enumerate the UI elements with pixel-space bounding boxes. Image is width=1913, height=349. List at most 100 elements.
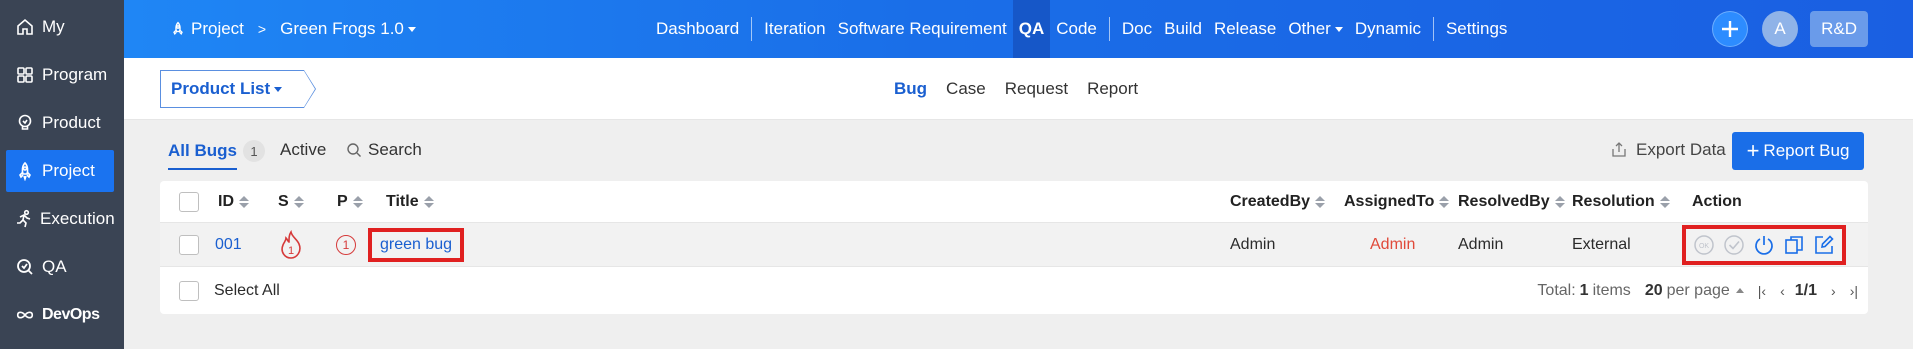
filter-active[interactable]: Active — [280, 140, 326, 160]
tab-case[interactable]: Case — [946, 79, 986, 99]
nav-divider — [1108, 17, 1110, 41]
nav-build[interactable]: Build — [1158, 0, 1208, 58]
col-priority-label: P — [337, 192, 348, 210]
resolution: External — [1572, 235, 1631, 253]
checkbox[interactable] — [179, 280, 199, 301]
col-title[interactable]: Title — [386, 181, 434, 222]
tab-request[interactable]: Request — [1005, 79, 1068, 99]
bug-title-link[interactable]: green bug — [368, 227, 465, 262]
nav-software-requirement[interactable]: Software Requirement — [832, 0, 1013, 58]
sidebar-item-my[interactable]: My — [6, 6, 114, 48]
checkbox[interactable] — [179, 234, 199, 255]
sidebar-item-label: Execution — [40, 209, 115, 228]
nav-dashboard[interactable]: Dashboard — [650, 0, 745, 58]
tab-bug[interactable]: Bug — [894, 79, 927, 99]
sidebar-item-label: Project — [42, 161, 95, 180]
team-badge[interactable]: R&D — [1810, 11, 1868, 47]
nav-doc[interactable]: Doc — [1116, 0, 1158, 58]
select-all-header-checkbox[interactable] — [179, 181, 199, 222]
breadcrumb-project[interactable]: Project — [191, 19, 244, 39]
create-button[interactable] — [1712, 11, 1749, 47]
col-resolved-by-label: ResolvedBy — [1458, 192, 1550, 210]
edit-button[interactable] — [1812, 233, 1836, 257]
chevron-down-icon — [407, 27, 416, 33]
assigned-to[interactable]: Admin — [1370, 223, 1415, 266]
sidebar-item-label: Product — [42, 113, 101, 132]
nav-other[interactable]: Other — [1282, 0, 1349, 58]
first-page-button[interactable]: |‹ — [1758, 283, 1766, 299]
copy-button[interactable] — [1782, 233, 1806, 257]
export-label: Export Data — [1636, 140, 1726, 159]
export-icon — [1612, 142, 1626, 157]
report-bug-button[interactable]: + Report Bug — [1732, 132, 1864, 170]
avatar[interactable]: A — [1762, 11, 1799, 47]
check-circle-icon — [1724, 234, 1744, 255]
pager-total: 1 — [1579, 281, 1589, 299]
select-all-checkbox[interactable] — [179, 267, 199, 314]
per-page-value: 20 — [1644, 281, 1663, 299]
table-row[interactable]: 001 1 1 green bug Admin Admin Admin Exte… — [160, 223, 1868, 267]
subbar: Product List Bug Case Request Report — [124, 58, 1913, 120]
nav-release[interactable]: Release — [1208, 0, 1282, 58]
col-assigned-to[interactable]: AssignedTo — [1344, 181, 1450, 222]
nav-dynamic[interactable]: Dynamic — [1349, 0, 1427, 58]
sub-tabs: Bug Case Request Report — [894, 58, 1157, 120]
rocket-icon — [14, 160, 36, 182]
row-checkbox[interactable] — [179, 223, 199, 266]
resolve-button[interactable] — [1722, 233, 1746, 257]
project-switcher[interactable]: Green Frogs 1.0 — [280, 19, 416, 39]
home-icon — [14, 16, 36, 38]
search-toggle[interactable]: Search — [346, 140, 422, 160]
col-severity[interactable]: S — [278, 181, 304, 222]
nav-code[interactable]: Code — [1050, 0, 1103, 58]
lightbulb-icon — [14, 112, 36, 134]
bug-table: ID S P Title CreatedBy AssignedTo Resolv… — [160, 181, 1868, 314]
sidebar-item-devops[interactable]: DevOps — [6, 294, 114, 336]
sidebar-item-execution[interactable]: Execution — [6, 198, 115, 240]
plus-icon: + — [1746, 138, 1760, 163]
pager: Total: 1 items 20 per page |‹ ‹ 1/1 › ›| — [1537, 267, 1858, 314]
sidebar-item-qa[interactable]: QA — [6, 246, 114, 288]
confirm-button[interactable]: OK — [1692, 233, 1716, 257]
sort-icon — [1659, 195, 1670, 208]
qa-icon — [14, 256, 36, 278]
tab-report[interactable]: Report — [1087, 79, 1138, 99]
chevron-up-icon — [1735, 288, 1744, 293]
next-page-button[interactable]: › — [1831, 283, 1836, 299]
infinity-icon — [14, 304, 36, 326]
col-created-by[interactable]: CreatedBy — [1230, 181, 1326, 222]
sort-icon — [293, 195, 304, 208]
col-resolution[interactable]: Resolution — [1572, 181, 1670, 222]
sidebar-item-label: My — [42, 17, 65, 36]
checkbox[interactable] — [179, 191, 199, 212]
filter-all-bugs[interactable]: All Bugs 1 — [168, 140, 265, 170]
sidebar-item-project[interactable]: Project — [6, 150, 114, 192]
prev-page-button[interactable]: ‹ — [1780, 283, 1785, 299]
search-label: Search — [368, 140, 422, 159]
last-page-button[interactable]: ›| — [1850, 283, 1858, 299]
nav-qa[interactable]: QA — [1012, 0, 1051, 58]
nav-settings[interactable]: Settings — [1440, 0, 1513, 58]
close-bug-button[interactable] — [1752, 233, 1776, 257]
sidebar-item-product[interactable]: Product — [6, 102, 114, 144]
col-title-label: Title — [386, 192, 419, 210]
table-header: ID S P Title CreatedBy AssignedTo Resolv… — [160, 181, 1868, 223]
nav-iteration[interactable]: Iteration — [758, 0, 831, 58]
title-cell: green bug — [368, 223, 465, 266]
col-assigned-to-label: AssignedTo — [1344, 192, 1435, 210]
sidebar-item-program[interactable]: Program — [6, 54, 114, 96]
sort-icon — [423, 195, 434, 208]
col-resolved-by[interactable]: ResolvedBy — [1458, 181, 1565, 222]
table-footer: Select All Total: 1 items 20 per page |‹… — [160, 267, 1868, 314]
col-id[interactable]: ID — [218, 181, 249, 222]
product-list-dropdown[interactable]: Product List — [160, 70, 317, 108]
col-priority[interactable]: P — [337, 181, 363, 222]
top-right-tools: A R&D — [1712, 11, 1868, 47]
svg-text:OK: OK — [1699, 243, 1709, 250]
bug-id[interactable]: 001 — [215, 223, 242, 266]
select-all-label[interactable]: Select All — [214, 267, 280, 314]
export-data-button[interactable]: Export Data — [1610, 140, 1726, 160]
per-page-select[interactable]: 20 per page — [1645, 282, 1744, 300]
sort-icon — [1554, 195, 1565, 208]
action-cell: OK — [1682, 223, 1846, 266]
